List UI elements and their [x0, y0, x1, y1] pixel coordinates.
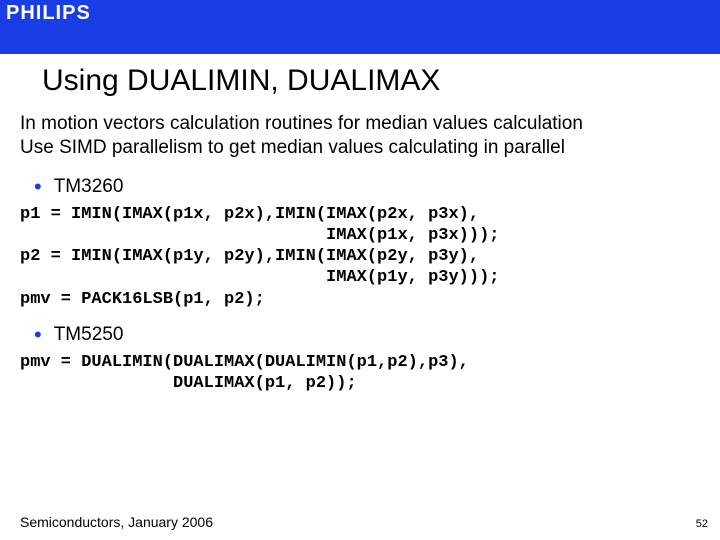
intro-line-1: In motion vectors calculation routines f…: [20, 112, 700, 136]
bullet-dot-icon: •: [34, 324, 42, 346]
bullet-tm3260: • TM3260: [0, 170, 720, 202]
code-block-tm3260: p1 = IMIN(IMAX(p1x, p2x),IMIN(IMAX(p2x, …: [0, 202, 720, 318]
page-number: 52: [696, 518, 708, 530]
bullet-tm5250: • TM5250: [0, 318, 720, 350]
slide-title: Using DUALIMIN, DUALIMAX: [0, 64, 720, 112]
bullet-tm3260-label: TM3260: [54, 176, 124, 198]
intro-line-2: Use SIMD parallelism to get median value…: [20, 136, 700, 160]
brand-logo-text: PHILIPS: [6, 2, 91, 24]
code-block-tm5250: pmv = DUALIMIN(DUALIMAX(DUALIMIN(p1,p2),…: [0, 350, 720, 403]
brand-logo: PHILIPS: [0, 0, 97, 29]
bullet-tm5250-label: TM5250: [54, 324, 124, 346]
bullet-dot-icon: •: [34, 176, 42, 198]
slide-footer: Semiconductors, January 2006 52: [20, 514, 708, 530]
slide-body: Using DUALIMIN, DUALIMAX In motion vecto…: [0, 54, 720, 540]
intro-paragraph: In motion vectors calculation routines f…: [0, 112, 720, 170]
footer-text: Semiconductors, January 2006: [20, 514, 213, 530]
header-bar: PHILIPS: [0, 0, 720, 54]
